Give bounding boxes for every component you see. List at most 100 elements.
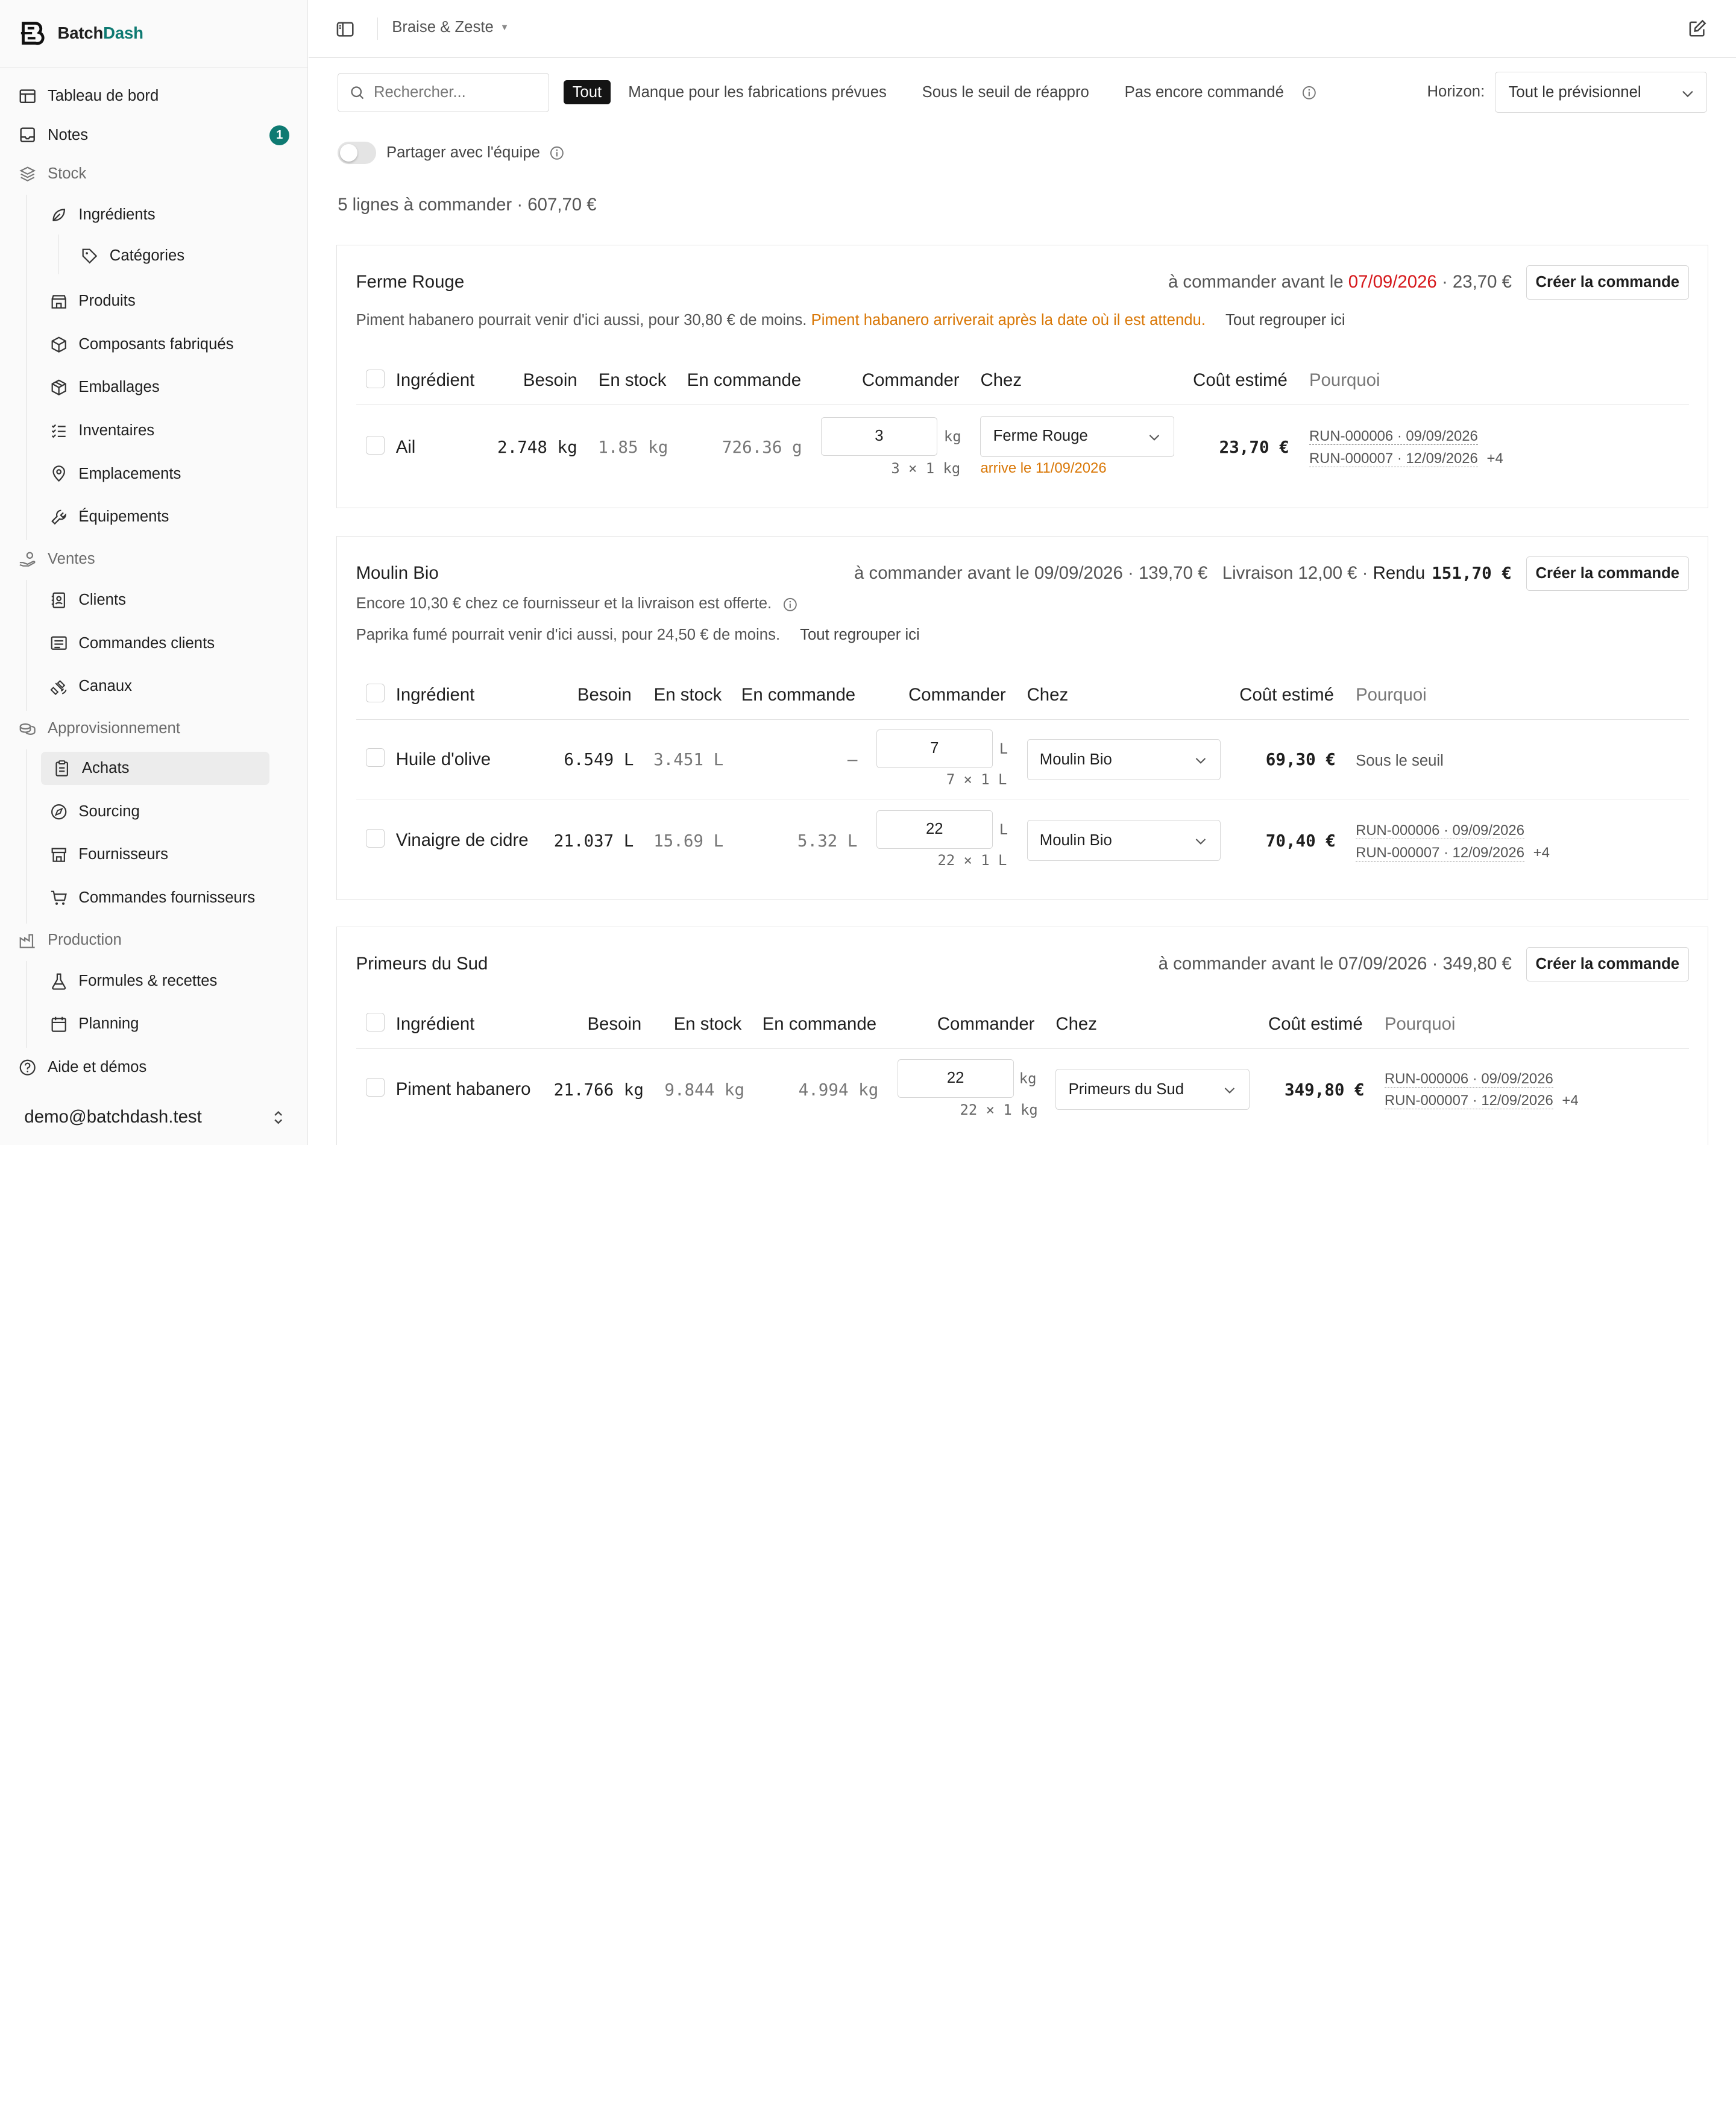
col-ingredient[interactable]: Ingrédient bbox=[396, 1014, 475, 1035]
supplier-select[interactable]: Primeurs du Sud bbox=[1055, 1069, 1250, 1110]
hand-coins-icon bbox=[17, 549, 37, 569]
filter-not-ordered[interactable]: Pas encore commandé bbox=[1116, 80, 1293, 104]
sidebar-item-dashboard[interactable]: Tableau de bord bbox=[17, 80, 289, 113]
run-link[interactable]: RUN-000006 · 09/09/2026 bbox=[1309, 428, 1478, 446]
filter-all[interactable]: Tout bbox=[563, 80, 611, 105]
order-qty-input[interactable]: 7 bbox=[876, 729, 993, 768]
sidebar-item-supplier-orders[interactable]: Commandes fournisseurs bbox=[49, 881, 289, 915]
sidebar-item-purchases[interactable]: Achats bbox=[40, 752, 270, 786]
col-ingredient[interactable]: Ingrédient bbox=[396, 685, 475, 705]
sidebar-item-planning[interactable]: Planning bbox=[49, 1007, 289, 1041]
more-runs[interactable]: +4 bbox=[1533, 845, 1550, 861]
sidebar-item-customers[interactable]: Clients bbox=[49, 584, 289, 617]
select-all-checkbox[interactable] bbox=[366, 684, 385, 703]
create-order-button[interactable]: Créer la commande bbox=[1526, 265, 1689, 300]
col-stock[interactable]: En stock bbox=[674, 1014, 742, 1035]
brand[interactable]: Batch Dash bbox=[20, 20, 143, 46]
group-all-link[interactable]: Tout regrouper ici bbox=[800, 626, 920, 643]
col-cost[interactable]: Coût estimé bbox=[1239, 685, 1334, 705]
share-switch[interactable] bbox=[338, 142, 377, 164]
search-input[interactable]: Rechercher... bbox=[338, 73, 549, 112]
run-link[interactable]: RUN-000007 · 12/09/2026 bbox=[1309, 450, 1478, 468]
sidebar-section-stock[interactable]: Stock bbox=[17, 157, 289, 191]
col-ordered[interactable]: En commande bbox=[687, 370, 801, 391]
col-cost[interactable]: Coût estimé bbox=[1268, 1014, 1363, 1035]
row-checkbox[interactable] bbox=[366, 1078, 385, 1097]
info-icon[interactable] bbox=[782, 597, 798, 613]
col-from[interactable]: Chez bbox=[1027, 685, 1069, 705]
col-ordered[interactable]: En commande bbox=[741, 685, 855, 705]
sidebar-item-locations[interactable]: Emplacements bbox=[49, 458, 289, 491]
order-qty-input[interactable]: 22 bbox=[876, 810, 993, 849]
col-order[interactable]: Commander bbox=[908, 685, 1006, 705]
sidebar-section-production[interactable]: Production bbox=[17, 924, 289, 957]
col-need[interactable]: Besoin bbox=[523, 370, 577, 391]
row-checkbox[interactable] bbox=[366, 828, 385, 848]
supplier-select[interactable]: Ferme Rouge bbox=[980, 415, 1174, 457]
sidebar-item-customer-orders[interactable]: Commandes clients bbox=[49, 627, 289, 660]
col-order[interactable]: Commander bbox=[937, 1014, 1035, 1035]
org-switcher[interactable]: Braise & Zeste ▼ bbox=[392, 19, 509, 36]
col-stock[interactable]: En stock bbox=[599, 370, 667, 391]
supplier-card: Primeurs du Sud à commander avant le 07/… bbox=[336, 927, 1708, 1145]
flask-icon bbox=[49, 971, 69, 991]
sidebar-item-notes[interactable]: Notes 1 bbox=[17, 119, 290, 152]
sidebar-item-help[interactable]: Aide et démos bbox=[17, 1051, 289, 1084]
more-runs[interactable]: +4 bbox=[1487, 450, 1503, 467]
user-menu[interactable]: demo@batchdash.test bbox=[24, 1102, 287, 1133]
row-checkbox[interactable] bbox=[366, 435, 385, 455]
sidebar-item-suppliers[interactable]: Fournisseurs bbox=[49, 838, 289, 871]
sidebar-item-categories[interactable]: Catégories bbox=[80, 239, 289, 272]
row-checkbox[interactable] bbox=[366, 748, 385, 767]
filter-shortage[interactable]: Manque pour les fabrications prévues bbox=[620, 80, 896, 104]
sidebar-item-recipes[interactable]: Formules & recettes bbox=[49, 965, 289, 998]
supplier-select[interactable]: Moulin Bio bbox=[1027, 820, 1221, 861]
sidebar-item-channels[interactable]: Canaux bbox=[49, 670, 289, 703]
create-order-button[interactable]: Créer la commande bbox=[1526, 556, 1689, 591]
run-link[interactable]: RUN-000007 · 12/09/2026 bbox=[1356, 844, 1524, 861]
more-runs[interactable]: +4 bbox=[1562, 1092, 1578, 1109]
select-all-checkbox[interactable] bbox=[366, 1012, 385, 1032]
col-cost[interactable]: Coût estimé bbox=[1193, 370, 1288, 391]
supplier-select[interactable]: Moulin Bio bbox=[1027, 739, 1221, 781]
sidebar-item-ingredients[interactable]: Ingrédients bbox=[49, 198, 289, 232]
col-from[interactable]: Chez bbox=[1055, 1014, 1097, 1035]
col-from[interactable]: Chez bbox=[980, 370, 1022, 391]
group-all-link[interactable]: Tout regrouper ici bbox=[1225, 312, 1345, 329]
sidebar-section-procurement[interactable]: Approvisionnement bbox=[17, 712, 289, 745]
sidebar-item-components[interactable]: Composants fabriqués bbox=[49, 328, 289, 361]
col-stock[interactable]: En stock bbox=[654, 685, 722, 705]
col-why[interactable]: Pourquoi bbox=[1309, 370, 1380, 391]
col-why[interactable]: Pourquoi bbox=[1356, 685, 1427, 705]
sidebar-section-sales[interactable]: Ventes bbox=[17, 543, 289, 576]
col-need[interactable]: Besoin bbox=[577, 685, 632, 705]
order-qty-input[interactable]: 22 bbox=[897, 1059, 1014, 1098]
supplier-select-value: Primeurs du Sud bbox=[1068, 1080, 1184, 1098]
edit-icon[interactable] bbox=[1688, 19, 1707, 37]
run-link[interactable]: RUN-000007 · 12/09/2026 bbox=[1384, 1092, 1553, 1110]
deadline-total: · 23,70 € bbox=[1441, 271, 1512, 292]
filter-below-threshold[interactable]: Sous le seuil de réappro bbox=[913, 80, 1098, 104]
col-need[interactable]: Besoin bbox=[587, 1014, 641, 1035]
info-icon[interactable] bbox=[549, 145, 565, 161]
sidebar-item-products[interactable]: Produits bbox=[49, 285, 289, 318]
col-ingredient[interactable]: Ingrédient bbox=[396, 370, 475, 391]
col-order[interactable]: Commander bbox=[862, 370, 960, 391]
info-icon[interactable] bbox=[1301, 85, 1317, 101]
create-order-button[interactable]: Créer la commande bbox=[1526, 947, 1689, 982]
rendu-label: Rendu bbox=[1373, 563, 1426, 584]
run-link[interactable]: RUN-000006 · 09/09/2026 bbox=[1384, 1070, 1553, 1088]
col-ordered[interactable]: En commande bbox=[763, 1014, 876, 1035]
sidebar-item-inventories[interactable]: Inventaires bbox=[49, 414, 289, 447]
sidebar-item-equipment[interactable]: Équipements bbox=[49, 500, 289, 534]
horizon-select[interactable]: Tout le prévisionnel bbox=[1494, 72, 1708, 113]
select-all-checkbox[interactable] bbox=[366, 369, 385, 388]
col-why[interactable]: Pourquoi bbox=[1385, 1014, 1456, 1035]
sidebar-item-sourcing[interactable]: Sourcing bbox=[49, 795, 289, 828]
sidebar-toggle-icon[interactable] bbox=[336, 20, 354, 39]
run-link[interactable]: RUN-000006 · 09/09/2026 bbox=[1356, 822, 1524, 840]
sidebar-item-label: Composants fabriqués bbox=[78, 335, 234, 353]
order-qty-input[interactable]: 3 bbox=[820, 417, 937, 456]
sidebar-item-packaging[interactable]: Emballages bbox=[49, 371, 289, 404]
estimated-cost: 23,70 € bbox=[1219, 438, 1289, 458]
